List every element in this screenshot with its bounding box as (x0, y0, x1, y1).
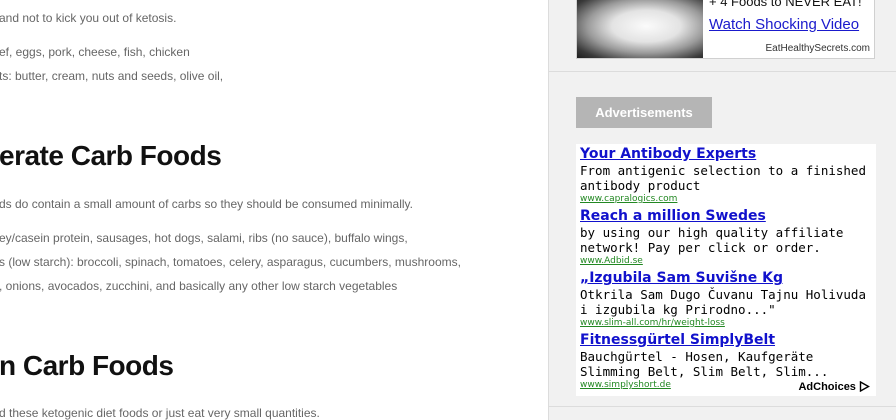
adchoices-button[interactable]: AdChoices (798, 380, 870, 393)
ad-description: Bauchgürtel - Hosen, Kaufgeräte Slimming… (580, 349, 829, 379)
heading-moderate-carb-foods: erate Carb Foods (0, 140, 222, 171)
article-text-line: and not to kick you out of ketosis. (0, 11, 177, 25)
promo-source: EatHealthySecrets.com (765, 43, 871, 54)
adchoices-triangle-icon (859, 380, 870, 393)
article-text-line: d these ketogenic diet foods or just eat… (0, 406, 320, 420)
promo-ad[interactable]: + 4 Foods to NEVER EAT! Watch Shocking V… (576, 0, 875, 59)
ad-description: by using our high quality affiliate netw… (580, 225, 844, 255)
article-list-item: ef, eggs, pork, cheese, fish, chicken (0, 45, 190, 59)
article-list-item: ts: butter, cream, nuts and seeds, olive… (0, 69, 224, 83)
ad-item: „Izgubila Sam Suvišne Kg Otkrila Sam Dug… (580, 270, 874, 329)
article-list-item: ey/casein protein, sausages, hot dogs, s… (0, 231, 408, 245)
sidebar-divider (549, 406, 896, 407)
ad-url-link[interactable]: www.slim-all.com/hr/weight-loss (580, 317, 874, 329)
ad-unit: Your Antibody Experts From antigenic sel… (576, 144, 876, 396)
sidebar: + 4 Foods to NEVER EAT! Watch Shocking V… (548, 0, 896, 420)
ad-url-link[interactable]: www.Adbid.se (580, 255, 874, 267)
ad-url-link[interactable]: www.capralogics.com (580, 193, 874, 205)
promo-tagline: + 4 Foods to NEVER EAT! (709, 0, 862, 9)
ad-title-link[interactable]: Reach a million Swedes (580, 208, 874, 225)
sidebar-divider (549, 71, 896, 72)
ad-title-link[interactable]: Fitnessgürtel SimplyBelt (580, 332, 874, 349)
ad-item: Your Antibody Experts From antigenic sel… (580, 146, 874, 205)
ad-title-link[interactable]: Your Antibody Experts (580, 146, 874, 163)
heading-high-carb-foods: n Carb Foods (0, 350, 174, 381)
ad-description: From antigenic selection to a finished a… (580, 163, 866, 193)
ad-item: Reach a million Swedes by using our high… (580, 208, 874, 267)
article-text-line: ds do contain a small amount of carbs so… (0, 197, 413, 211)
promo-image[interactable] (577, 0, 703, 58)
ad-description: Otkrila Sam Dugo Čuvanu Tajnu Holivuda i… (580, 287, 866, 317)
promo-video-link[interactable]: Watch Shocking Video (709, 16, 859, 33)
article-list-item: s (low starch): broccoli, spinach, tomat… (0, 255, 461, 269)
ad-title-link[interactable]: „Izgubila Sam Suvišne Kg (580, 270, 874, 287)
article-list-item: , onions, avocados, zucchini, and basica… (0, 279, 398, 293)
article-content: and not to kick you out of ketosis. ef, … (0, 0, 548, 420)
adchoices-label: AdChoices (798, 381, 856, 393)
advertisements-label: Advertisements (576, 97, 712, 128)
